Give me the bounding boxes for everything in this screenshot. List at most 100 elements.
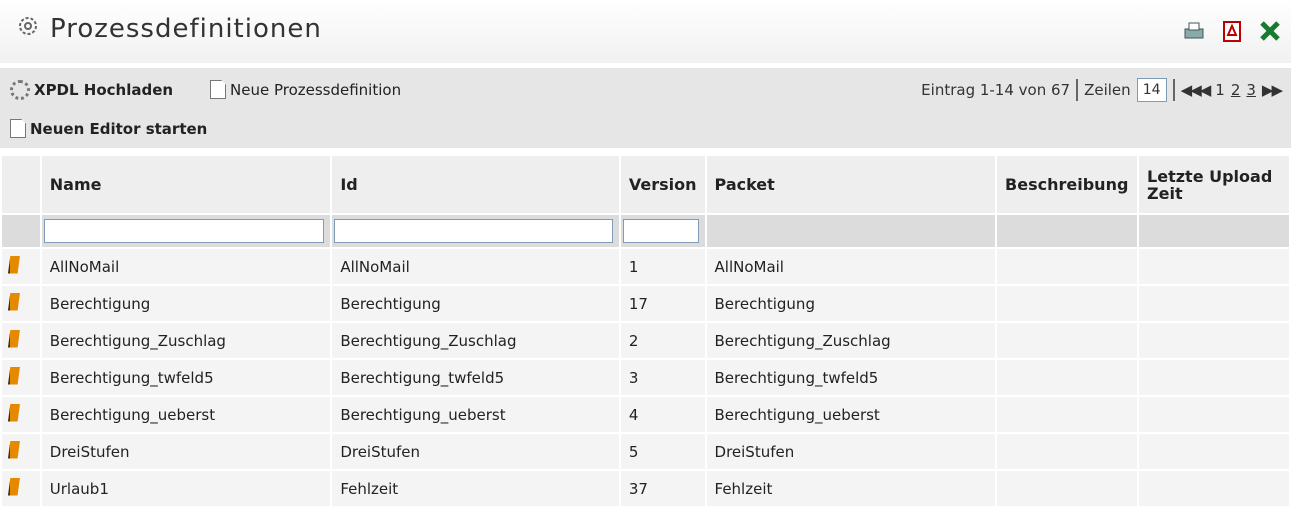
column-header-description[interactable]: Beschreibung [995,154,1140,215]
cell-id: AllNoMail [330,247,621,286]
pagination: Eintrag 1-14 von 67 Zeilen 14 ◀◀◀ 1 2 3 … [921,78,1283,102]
id-filter-input[interactable] [334,219,613,243]
cell-version: 5 [618,432,707,471]
table-row: Urlaub1 Fehlzeit 37 Fehlzeit [0,469,1291,508]
cell-description [995,284,1140,323]
cell-upload-time [1137,358,1291,397]
table-row: AllNoMail AllNoMail 1 AllNoMail [0,247,1291,286]
page-1: 1 [1215,81,1225,99]
column-header-packet[interactable]: Packet [704,154,998,215]
process-definitions-table: Name Id Version Packet Beschreibung Letz… [0,154,1291,508]
filter-cell-version [618,213,707,249]
pdf-icon[interactable] [1221,20,1243,42]
table-row: Berechtigung_twfeld5 Berechtigung_twfeld5… [0,358,1291,397]
edit-cell [0,247,42,286]
first-prev-page-arrows[interactable]: ◀◀◀ [1181,81,1212,99]
edit-column-header [0,154,42,215]
filter-cell-id [330,213,621,249]
filter-cell-empty [1137,213,1291,249]
new-process-definition-button[interactable]: Neue Prozessdefinition [210,80,401,99]
version-filter-input[interactable] [622,219,699,243]
separator [1076,79,1079,101]
edit-pencil-icon[interactable] [8,366,20,385]
cell-version: 2 [618,321,707,360]
cell-upload-time [1137,284,1291,323]
edit-pencil-icon[interactable] [8,403,20,422]
cell-id: DreiStufen [330,432,621,471]
filter-row [0,213,1291,249]
cell-description [995,358,1140,397]
edit-pencil-icon[interactable] [8,477,20,496]
cell-id: Berechtigung_twfeld5 [330,358,621,397]
filter-cell-empty [995,213,1140,249]
xpdl-upload-label: XPDL Hochladen [34,81,174,99]
edit-cell [0,321,42,360]
page-title: Prozessdefinitionen [16,14,322,45]
cell-id: Berechtigung_Zuschlag [330,321,621,360]
cell-id: Berechtigung [330,284,621,323]
cell-description [995,395,1140,434]
cell-name: Berechtigung_Zuschlag [39,321,333,360]
cell-packet: Berechtigung_Zuschlag [704,321,998,360]
new-editor-label: Neuen Editor starten [30,119,208,138]
column-header-upload-time[interactable]: Letzte Upload Zeit [1137,154,1291,215]
next-last-page-arrows[interactable]: ▶▶ [1262,81,1283,99]
edit-pencil-icon[interactable] [8,255,20,274]
table-row: DreiStufen DreiStufen 5 DreiStufen [0,432,1291,471]
column-header-version[interactable]: Version [618,154,707,215]
cell-upload-time [1137,469,1291,508]
name-filter-input[interactable] [43,219,325,243]
edit-cell [0,358,42,397]
entry-count: Eintrag 1-14 von 67 [921,81,1071,99]
print-icon[interactable] [1183,20,1205,42]
cell-name: Berechtigung [39,284,333,323]
cell-packet: DreiStufen [704,432,998,471]
cell-id: Berechtigung_ueberst [330,395,621,434]
page-title-text: Prozessdefinitionen [50,14,322,44]
cell-upload-time [1137,247,1291,286]
excel-icon[interactable] [1259,20,1281,42]
cell-packet: Fehlzeit [704,469,998,508]
cell-version: 1 [618,247,707,286]
page-3-link[interactable]: 3 [1246,81,1256,99]
cell-packet: Berechtigung_twfeld5 [704,358,998,397]
cell-version: 3 [618,358,707,397]
cell-description [995,247,1140,286]
table-row: Berechtigung Berechtigung 17 Berechtigung [0,284,1291,323]
document-icon [10,119,26,138]
cell-name: Urlaub1 [39,469,333,508]
rows-label: Zeilen [1084,81,1131,99]
filter-cell-name [39,213,333,249]
rows-per-page-input[interactable]: 14 [1136,78,1167,102]
column-header-id[interactable]: Id [330,154,621,215]
new-editor-button[interactable]: Neuen Editor starten [10,119,207,138]
separator [1172,79,1175,101]
filter-cell-empty [704,213,998,249]
cell-version: 4 [618,395,707,434]
edit-cell [0,395,42,434]
table-row: Berechtigung_Zuschlag Berechtigung_Zuschl… [0,321,1291,360]
cell-packet: Berechtigung_ueberst [704,395,998,434]
settings-gear-icon [16,14,40,45]
filter-cell-empty [0,213,42,249]
xpdl-upload-button[interactable]: XPDL Hochladen [10,80,173,100]
cell-upload-time [1137,321,1291,360]
edit-cell [0,469,42,508]
cell-upload-time [1137,432,1291,471]
cell-description [995,321,1140,360]
export-icons [1183,20,1281,42]
cell-name: DreiStufen [39,432,333,471]
table-row: Berechtigung_ueberst Berechtigung_ueberst… [0,395,1291,434]
new-definition-label: Neue Prozessdefinition [230,80,402,99]
edit-cell [0,284,42,323]
edit-pencil-icon[interactable] [8,292,20,311]
edit-pencil-icon[interactable] [8,440,20,459]
title-bar: Prozessdefinitionen [0,0,1291,63]
cell-description [995,432,1140,471]
document-icon [210,80,226,99]
edit-pencil-icon[interactable] [8,329,20,348]
page-2-link[interactable]: 2 [1231,81,1241,99]
column-header-name[interactable]: Name [39,154,333,215]
cell-version: 17 [618,284,707,323]
cell-name: AllNoMail [39,247,333,286]
